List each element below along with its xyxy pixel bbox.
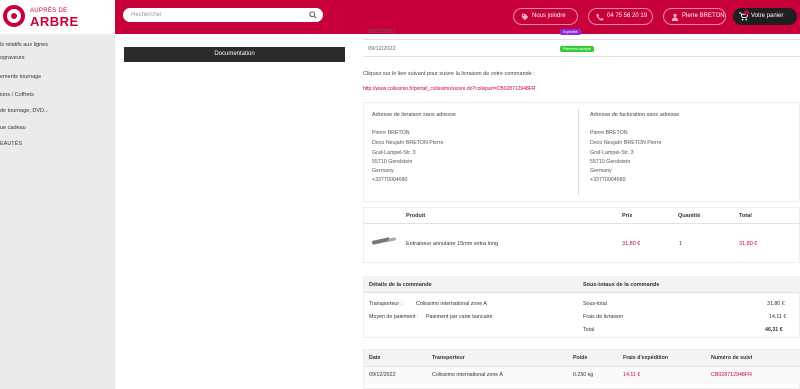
total-value: 46,31 € <box>765 327 783 333</box>
address-line: Graf-Lampel-Str. 3 <box>590 150 634 156</box>
status-date: 09/12/2022 <box>368 29 396 35</box>
product-total: 31,80 € <box>739 241 758 247</box>
header-product: Produit <box>406 213 426 219</box>
sidebar-item[interactable]: ue cadeau <box>0 122 115 134</box>
details-header: Détails de la commande Sous-totaux de la… <box>364 277 800 293</box>
header-fee: Frais d'expédition <box>623 355 669 361</box>
address-divider <box>578 109 579 195</box>
detail-value: Paiement par carte bancaire <box>426 314 493 320</box>
logo[interactable]: AUPRÈS DE ARBRE <box>0 0 115 34</box>
user-icon <box>671 13 679 21</box>
table-row: Entraineur annulaire 15mm extra long 31,… <box>364 224 800 264</box>
status-date: 09/12/2022 <box>368 46 396 52</box>
status-badge: Expédiée <box>560 29 581 35</box>
header-price: Prix <box>622 213 633 219</box>
billing-address: Adresse de facturation sans adresse Pier… <box>582 103 792 203</box>
products-table: Produit Prix Quantité Total Entraineur a… <box>363 207 800 263</box>
sidebar-item[interactable]: ions / Coffrets <box>0 89 115 101</box>
detail-row: Moyen de paiement : Paiement par carte b… <box>364 310 800 324</box>
header-carrier: Transporteur <box>432 355 465 361</box>
subtotal-label: Sous-total <box>583 301 607 307</box>
address-line: Germany <box>372 168 394 174</box>
cart-button[interactable]: Votre panier <box>733 8 797 25</box>
shipping-weight: 0.250 kg <box>573 372 594 378</box>
order-details: Détails de la commande Sous-totaux de la… <box>363 276 800 338</box>
detail-row: Transporteur : Colissimo international z… <box>364 297 800 311</box>
tracking-link[interactable]: http://www.colissimo.fr/portail_colissim… <box>363 86 535 92</box>
subtotals-title: Sous-totaux de la commande <box>583 282 660 288</box>
subtotal-label: Frais de livraison <box>583 314 624 320</box>
subtotal-value: 31,80 € <box>767 301 785 307</box>
shipping-table: Date Transporteur Poids Frais d'expéditi… <box>363 349 800 389</box>
address-line: Graf-Lampel-Str. 3 <box>372 150 416 156</box>
tracking-notice: Cliquez sur le lien suivant pour suivre … <box>363 71 535 77</box>
sidebar-item[interactable]: de tournage, DVD... <box>0 105 115 117</box>
product-name[interactable]: Entraineur annulaire 15mm extra long <box>406 224 498 264</box>
documentation-button[interactable]: Documentation <box>124 47 345 62</box>
total-label: Total <box>583 327 595 333</box>
address-line: Deco Neujahr BRETON Pierre <box>372 140 444 146</box>
addresses-panel: Adresse de livraison sans adresse Pierre… <box>363 102 800 202</box>
address-line: Deco Neujahr BRETON Pierre <box>590 140 662 146</box>
account-label: Pierre BRETON <box>682 13 725 19</box>
shipping-fee: 14,11 € <box>623 372 641 378</box>
table-row: 09/12/2022 Colissimo international zone … <box>364 367 800 384</box>
status-badge: Paiement accepté <box>560 46 595 52</box>
contact-button[interactable]: Nous joindre <box>513 8 578 25</box>
phone-label: 04 75 56 20 19 <box>607 13 648 19</box>
subtotal-value: 14,11 € <box>769 314 787 320</box>
contact-label: Nous joindre <box>532 13 566 19</box>
shipping-carrier: Colissimo international zone A <box>432 372 503 378</box>
sidebar: ls relatifs aux lignes ograveurs ements … <box>0 34 115 389</box>
address-line: Germany <box>590 168 612 174</box>
cart-badge <box>744 10 749 15</box>
search-icon[interactable] <box>309 11 317 19</box>
phone-button[interactable]: 04 75 56 20 19 <box>588 8 653 25</box>
address-line: +33770004680 <box>372 177 408 183</box>
status-row: 09/12/2022 Paiement accepté <box>363 42 800 57</box>
status-row: 09/12/2022 Expédiée <box>363 25 800 40</box>
header-quantity: Quantité <box>678 213 701 219</box>
tracking-number-link[interactable]: CB028712948FR <box>711 367 752 384</box>
header-date: Date <box>369 355 381 361</box>
shipping-header: Date Transporteur Poids Frais d'expéditi… <box>364 350 800 367</box>
delivery-address-title: Adresse de livraison sans adresse <box>372 112 456 118</box>
detail-label: Transporteur : <box>369 301 403 307</box>
header-tracking: Numéro de suivi <box>711 355 753 361</box>
address-line: Pierre BRETON <box>372 130 410 136</box>
product-quantity: 1 <box>679 241 683 247</box>
search-input[interactable] <box>131 11 301 19</box>
address-line: Pierre BRETON <box>590 130 628 136</box>
billing-address-title: Adresse de facturation sans adresse <box>590 112 680 118</box>
address-line: +33770004680 <box>590 177 626 183</box>
address-line: 55710 Gerolstein <box>590 159 631 165</box>
shipping-date: 09/12/2022 <box>369 372 396 378</box>
cart-label: Votre panier <box>751 13 784 19</box>
phone-icon <box>596 13 604 21</box>
logo-mark <box>3 5 25 27</box>
detail-label: Moyen de paiement : <box>369 314 419 320</box>
tag-icon <box>521 13 529 21</box>
sidebar-item[interactable]: ograveurs <box>0 52 115 64</box>
detail-row: Total 46,31 € <box>364 323 800 337</box>
products-header: Produit Prix Quantité Total <box>364 208 800 224</box>
delivery-address: Adresse de livraison sans adresse Pierre… <box>364 103 574 203</box>
product-price: 31,80 € <box>622 241 641 247</box>
sidebar-item[interactable]: ements tournage <box>0 71 115 83</box>
details-title: Détails de la commande <box>369 282 432 288</box>
account-button[interactable]: Pierre BRETON <box>663 8 726 25</box>
header-total: Total <box>739 213 752 219</box>
address-line: 55710 Gerolstein <box>372 159 413 165</box>
sidebar-item[interactable]: EAUTÉS <box>0 138 115 150</box>
detail-value: Colissimo international zone A <box>416 301 487 307</box>
logo-text-big: ARBRE <box>30 14 79 29</box>
header-weight: Poids <box>573 355 588 361</box>
sidebar-item[interactable]: ls relatifs aux lignes <box>0 39 115 51</box>
search-box[interactable] <box>123 8 323 22</box>
